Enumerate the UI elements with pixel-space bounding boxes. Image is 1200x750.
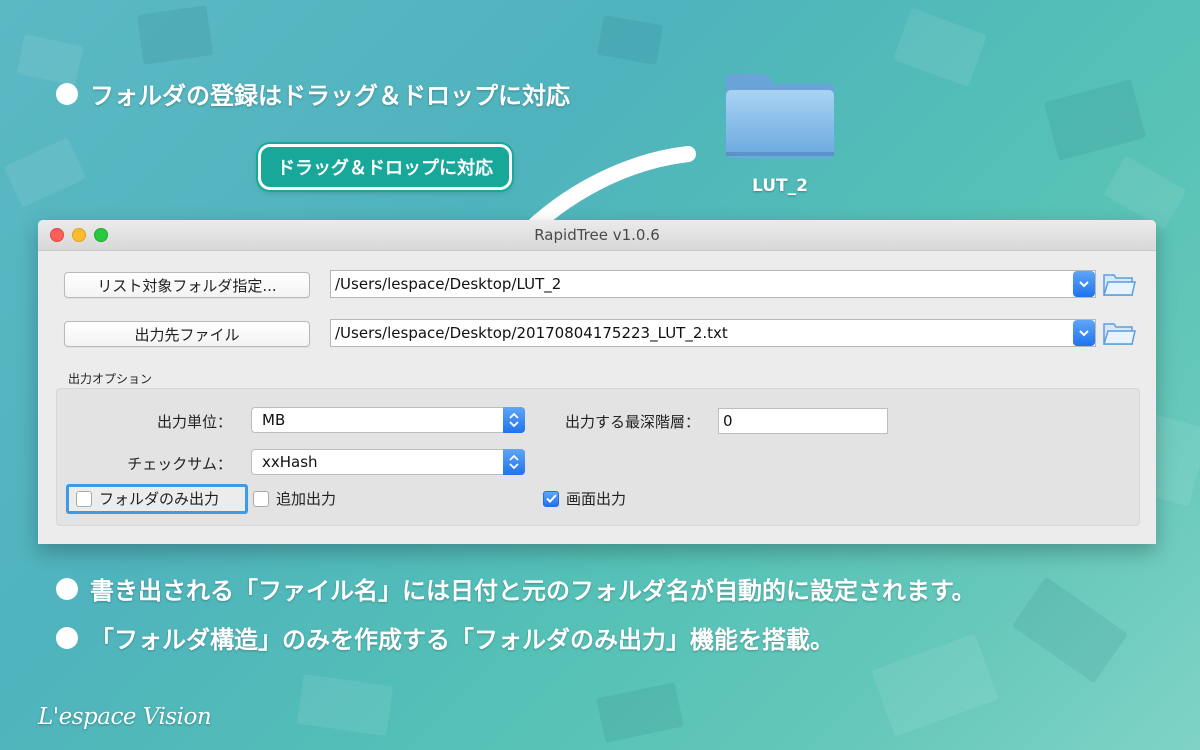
folder-icon[interactable]	[722, 70, 838, 162]
screen-output-checkbox[interactable]: 画面出力	[543, 488, 626, 509]
checkbox-box[interactable]	[76, 490, 92, 507]
bullet-icon	[56, 82, 78, 105]
headline: フォルダの登録はドラッグ＆ドロップに対応	[56, 76, 570, 111]
folder-only-checkbox[interactable]: フォルダのみ出力	[76, 488, 219, 509]
unit-select[interactable]: MB	[251, 407, 525, 433]
headline-text: フォルダの登録はドラッグ＆ドロップに対応	[90, 82, 570, 110]
chevron-down-icon[interactable]	[1073, 271, 1095, 297]
depth-input[interactable]: 0	[718, 408, 888, 434]
brand-logo: L'espace Vision	[38, 704, 212, 730]
window-title: RapidTree v1.0.6	[534, 226, 660, 244]
source-path-combo[interactable]: /Users/lespace/Desktop/LUT_2	[330, 270, 1096, 298]
bullet-icon	[56, 626, 78, 649]
updown-icon	[503, 449, 525, 475]
append-label: 追加出力	[276, 490, 337, 508]
output-path-value: /Users/lespace/Desktop/20170804175223_LU…	[335, 324, 728, 342]
folder-label: LUT_2	[752, 176, 808, 196]
title-bar[interactable]: RapidTree v1.0.6	[38, 220, 1156, 251]
browse-file-icon[interactable]	[1102, 319, 1136, 347]
updown-icon	[503, 407, 525, 433]
bullet-icon	[56, 577, 78, 600]
checksum-value: xxHash	[262, 453, 318, 471]
checksum-select[interactable]: xxHash	[251, 449, 525, 475]
options-group-label: 出力オプション	[68, 372, 153, 386]
source-path-value: /Users/lespace/Desktop/LUT_2	[335, 275, 562, 293]
select-source-folder-button[interactable]: リスト対象フォルダ指定...	[64, 272, 310, 298]
checksum-label: チェックサム：	[127, 455, 232, 473]
folder-only-label: フォルダのみ出力	[99, 490, 220, 508]
output-path-combo[interactable]: /Users/lespace/Desktop/20170804175223_LU…	[330, 319, 1096, 347]
depth-label: 出力する最深階層：	[564, 413, 700, 431]
screen-output-label: 画面出力	[566, 490, 627, 508]
note-text: 書き出される「ファイル名」には日付と元のフォルダ名が自動的に設定されます。	[90, 577, 976, 605]
note-folder-only: 「フォルダ構造」のみを作成する「フォルダのみ出力」機能を搭載。	[56, 620, 834, 655]
app-window: RapidTree v1.0.6 リスト対象フォルダ指定... /Users/l…	[38, 220, 1156, 544]
append-checkbox[interactable]: 追加出力	[253, 488, 336, 509]
note-text: 「フォルダ構造」のみを作成する「フォルダのみ出力」機能を搭載。	[90, 626, 834, 654]
select-output-file-button[interactable]: 出力先ファイル	[64, 321, 310, 347]
unit-value: MB	[262, 411, 286, 429]
checkbox-box[interactable]	[253, 490, 269, 507]
checkmark-icon[interactable]	[543, 490, 559, 507]
note-filename: 書き出される「ファイル名」には日付と元のフォルダ名が自動的に設定されます。	[56, 571, 976, 606]
unit-label: 出力単位：	[156, 413, 232, 431]
chevron-down-icon[interactable]	[1073, 320, 1095, 346]
browse-folder-icon[interactable]	[1102, 270, 1136, 298]
